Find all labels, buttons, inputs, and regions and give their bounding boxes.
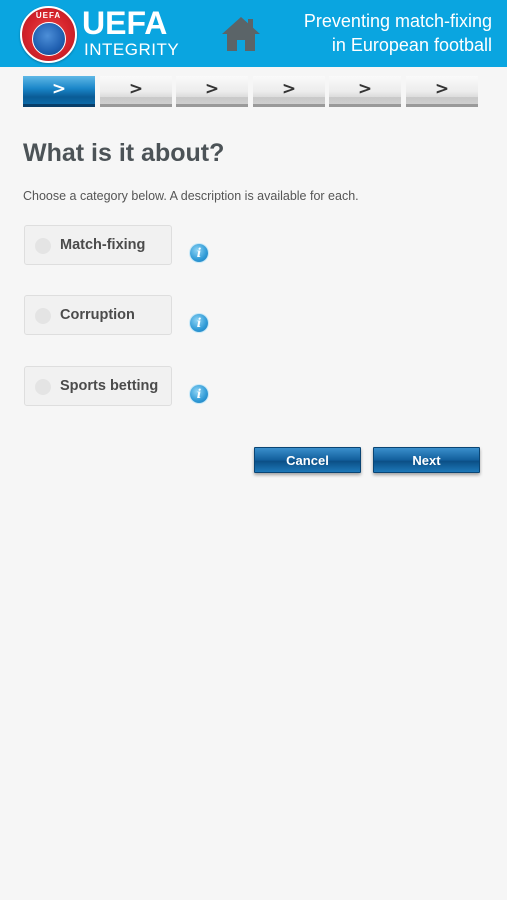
page-subtitle: Choose a category below. A description i… — [23, 189, 359, 203]
category-option-match-fixing[interactable]: Match-fixing — [24, 225, 172, 265]
option-label: Corruption — [60, 307, 135, 323]
brand-subtitle: INTEGRITY — [84, 40, 180, 59]
radio-button[interactable] — [35, 308, 51, 324]
step-4[interactable]: > — [253, 76, 325, 107]
step-progress-bar: > > > > > > — [23, 76, 478, 107]
page-title: What is it about? — [23, 139, 225, 167]
option-label: Match-fixing — [60, 237, 146, 253]
step-6[interactable]: > — [406, 76, 478, 107]
info-icon[interactable]: i — [190, 385, 208, 403]
info-icon[interactable]: i — [190, 244, 208, 262]
app-header: UEFA UEFA INTEGRITY Preventing match-fix… — [0, 0, 507, 67]
radio-button[interactable] — [35, 238, 51, 254]
option-label: Sports betting — [60, 378, 159, 394]
step-2[interactable]: > — [100, 76, 172, 107]
next-button[interactable]: Next — [373, 447, 480, 473]
uefa-logo: UEFA — [20, 6, 77, 63]
tagline-line-2: in European football — [331, 35, 492, 55]
home-icon[interactable] — [221, 15, 261, 53]
brand-name: UEFA — [82, 5, 168, 41]
radio-button[interactable] — [35, 379, 51, 395]
category-option-corruption[interactable]: Corruption — [24, 295, 172, 335]
info-icon[interactable]: i — [190, 314, 208, 332]
step-5[interactable]: > — [329, 76, 401, 107]
logo-ring-text: UEFA — [35, 11, 62, 20]
category-option-sports-betting[interactable]: Sports betting — [24, 366, 172, 406]
tagline: Preventing match-fixing in European foot… — [304, 9, 492, 57]
cancel-button[interactable]: Cancel — [254, 447, 361, 473]
logo-globe-icon — [32, 22, 66, 56]
tagline-line-1: Preventing match-fixing — [303, 11, 492, 31]
step-3[interactable]: > — [176, 76, 248, 107]
step-1[interactable]: > — [23, 76, 95, 107]
